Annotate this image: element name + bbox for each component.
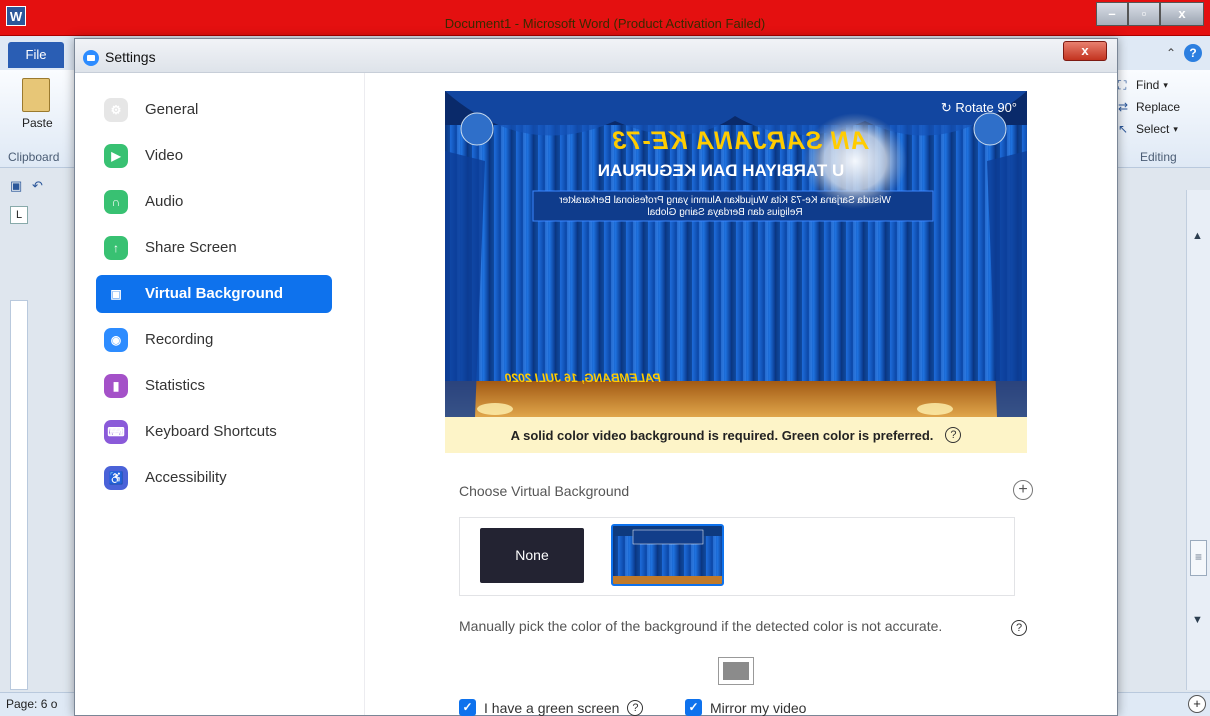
zoom-app-icon	[83, 50, 99, 66]
settings-sidebar: ⚙ General ▶ Video ∩ Audio ↑ Share Screen ▣ Virtua…	[75, 73, 365, 715]
dropdown-arrow-icon: ▾	[1173, 123, 1178, 134]
share-screen-icon: ↑	[104, 236, 128, 260]
virtual-background-panel: AN SARJANA KE-73 U TARBIYAH DAN KEGURUAN…	[365, 73, 1117, 716]
background-thumbnail-list: None	[459, 517, 1015, 596]
binoculars-icon: ⛶	[1118, 78, 1127, 92]
paste-button-label[interactable]: Paste	[22, 116, 53, 130]
sidebar-item-keyboard-shortcuts[interactable]: ⌨ Keyboard Shortcuts	[96, 413, 332, 451]
sidebar-item-general[interactable]: ⚙ General	[96, 91, 332, 129]
replace-icon: ⇄	[1118, 100, 1129, 114]
replace-button[interactable]: ⇄ Replace	[1118, 96, 1210, 118]
sidebar-item-label: Video	[145, 147, 184, 164]
stage-date-text: PALEMBANG, 16 JULI 2020	[505, 371, 661, 385]
undo-icon[interactable]: ↶	[32, 178, 48, 194]
background-color-swatch[interactable]	[718, 657, 754, 685]
sidebar-item-label: Recording	[145, 331, 214, 348]
paste-icon[interactable]	[22, 78, 50, 112]
status-page-indicator[interactable]: Page: 6 o	[6, 697, 57, 711]
word-window-controls: – ▫ x	[1096, 2, 1204, 26]
mirror-video-checkbox[interactable]: ✓	[685, 699, 702, 716]
sidebar-item-label: Audio	[145, 193, 184, 210]
manual-color-text: Manually pick the color of the backgroun…	[459, 618, 943, 634]
ruler-toggle-button[interactable]: L	[10, 206, 28, 224]
green-screen-label: I have a green screen	[484, 699, 620, 716]
rotate-label: Rotate 90°	[955, 100, 1017, 115]
word-titlebar: W Document1 - Microsoft Word (Product Ac…	[0, 0, 1210, 36]
settings-close-button[interactable]: x	[1063, 41, 1107, 61]
sidebar-item-accessibility[interactable]: ♿ Accessibility	[96, 459, 332, 497]
help-icon[interactable]: ?	[1011, 620, 1027, 636]
background-stage-thumbnail[interactable]	[611, 524, 724, 586]
sidebar-item-label: Keyboard Shortcuts	[145, 423, 277, 440]
stage-body-text: Wisuda Sarjana Ke-73 Kita Wujudkan Alumn…	[559, 195, 891, 218]
sidebar-item-recording[interactable]: ◉ Recording	[96, 321, 332, 359]
sidebar-item-virtual-background[interactable]: ▣ Virtual Background	[96, 275, 332, 313]
mirror-video-label: Mirror my video	[710, 699, 807, 716]
vertical-ruler	[10, 300, 28, 690]
virtual-background-icon: ▣	[110, 287, 122, 301]
sidebar-item-label: General	[145, 101, 199, 118]
green-screen-option[interactable]: ✓ I have a green screen ?	[459, 699, 644, 716]
clipboard-group-label: Clipboard	[8, 150, 60, 164]
find-label: Find	[1136, 78, 1160, 92]
quick-access-toolbar: ▣ ↶	[10, 178, 48, 194]
minimize-button[interactable]: –	[1096, 2, 1128, 26]
green-screen-checkbox[interactable]: ✓	[459, 699, 476, 716]
video-icon: ▶	[104, 144, 128, 168]
stage-heading-text: AN SARJANA KE-73	[611, 127, 869, 155]
dropdown-arrow-icon: ▾	[1163, 79, 1168, 90]
select-label: Select	[1136, 122, 1170, 136]
accessibility-icon: ♿	[104, 466, 128, 490]
vertical-scrollbar[interactable]: ▲ ≡ ▼	[1186, 190, 1210, 690]
ribbon-collapse-icon[interactable]: ⌃	[1166, 46, 1176, 60]
settings-titlebar: Settings x	[75, 39, 1117, 73]
sidebar-item-audio[interactable]: ∩ Audio	[96, 183, 332, 221]
editing-group: ⛶ Find ▾ ⇄ Replace ↖ Select ▾	[1118, 74, 1210, 140]
select-button[interactable]: ↖ Select ▾	[1118, 118, 1210, 140]
rotate-icon: ↻	[940, 100, 952, 115]
add-background-button[interactable]: +	[1013, 480, 1033, 500]
scroll-thumb[interactable]: ≡	[1190, 540, 1207, 576]
zoom-in-icon[interactable]: +	[1188, 695, 1206, 713]
sidebar-item-label: Accessibility	[145, 469, 227, 486]
sidebar-item-video[interactable]: ▶ Video	[96, 137, 332, 175]
warning-bar: A solid color video background is requir…	[445, 417, 1027, 453]
settings-title: Settings	[105, 49, 156, 65]
help-icon[interactable]: ?	[1184, 44, 1202, 62]
sidebar-item-label: Virtual Background	[145, 285, 284, 302]
mirror-video-option[interactable]: ✓ Mirror my video	[685, 699, 806, 716]
word-close-button[interactable]: x	[1160, 2, 1204, 26]
video-preview: AN SARJANA KE-73 U TARBIYAH DAN KEGURUAN…	[445, 91, 1027, 417]
maximize-button[interactable]: ▫	[1128, 2, 1160, 26]
gear-icon: ⚙	[104, 98, 128, 122]
help-icon[interactable]: ?	[627, 699, 644, 716]
settings-window: Settings x ⚙ General ▶ Video ∩ Audio ↑ Share Sc…	[74, 38, 1118, 716]
stage-thumbnail-image	[613, 526, 722, 584]
find-button[interactable]: ⛶ Find ▾	[1118, 74, 1210, 96]
record-icon: ◉	[104, 328, 128, 352]
stage-subheading-text: U TARBIYAH DAN KEGURUAN	[597, 161, 845, 180]
scroll-down-arrow-icon[interactable]: ▼	[1192, 614, 1203, 626]
sidebar-item-label: Statistics	[145, 377, 206, 394]
sidebar-item-label: Share Screen	[145, 239, 237, 256]
warning-text: A solid color video background is requir…	[510, 427, 934, 443]
save-icon[interactable]: ▣	[10, 178, 26, 194]
file-tab[interactable]: File	[8, 42, 64, 68]
word-window-title: Document1 - Microsoft Word (Product Acti…	[444, 16, 766, 31]
keyboard-icon: ⌨	[104, 420, 128, 444]
sidebar-item-statistics[interactable]: ▮ Statistics	[96, 367, 332, 405]
choose-background-label: Choose Virtual Background	[459, 483, 630, 499]
ribbon-help-area: ⌃ ?	[1166, 44, 1202, 62]
headphones-icon: ∩	[104, 190, 128, 214]
replace-label: Replace	[1136, 100, 1181, 114]
cursor-icon: ↖	[1118, 122, 1129, 136]
rotate-button[interactable]: ↻ Rotate 90°	[941, 100, 1017, 116]
help-icon[interactable]: ?	[945, 427, 962, 443]
statistics-icon: ▮	[104, 374, 128, 398]
sidebar-item-share-screen[interactable]: ↑ Share Screen	[96, 229, 332, 267]
scroll-up-arrow-icon[interactable]: ▲	[1192, 230, 1203, 242]
editing-group-label: Editing	[1140, 150, 1177, 164]
background-none-option[interactable]: None	[480, 528, 584, 583]
